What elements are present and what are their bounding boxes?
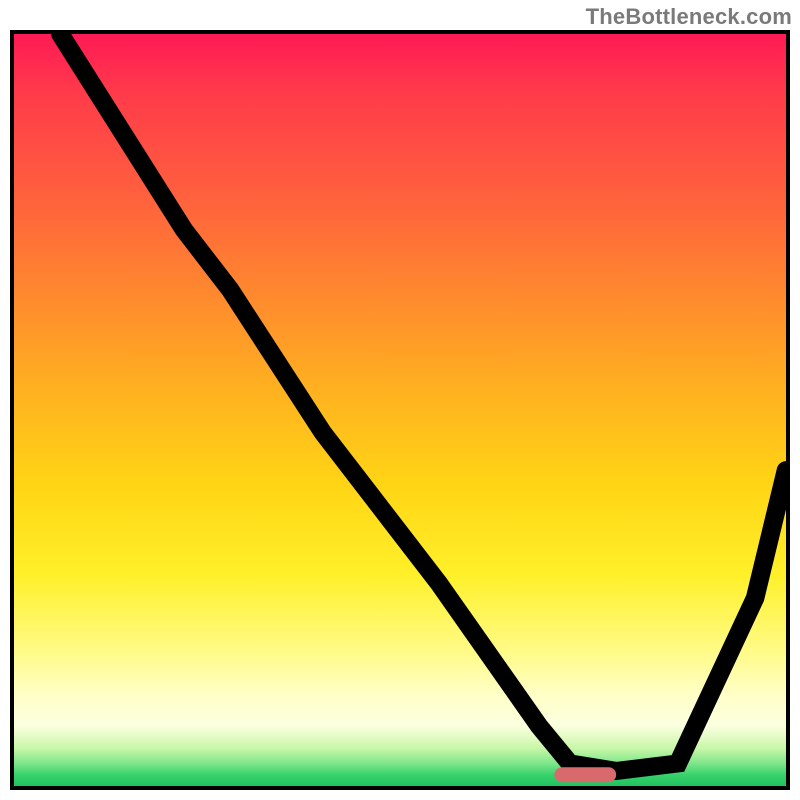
optimal-marker — [554, 767, 616, 782]
watermark-text: TheBottleneck.com — [586, 4, 792, 30]
curve-svg — [14, 34, 786, 786]
plot-area — [10, 30, 790, 790]
bottleneck-curve — [60, 34, 786, 771]
chart-container: TheBottleneck.com — [0, 0, 800, 800]
